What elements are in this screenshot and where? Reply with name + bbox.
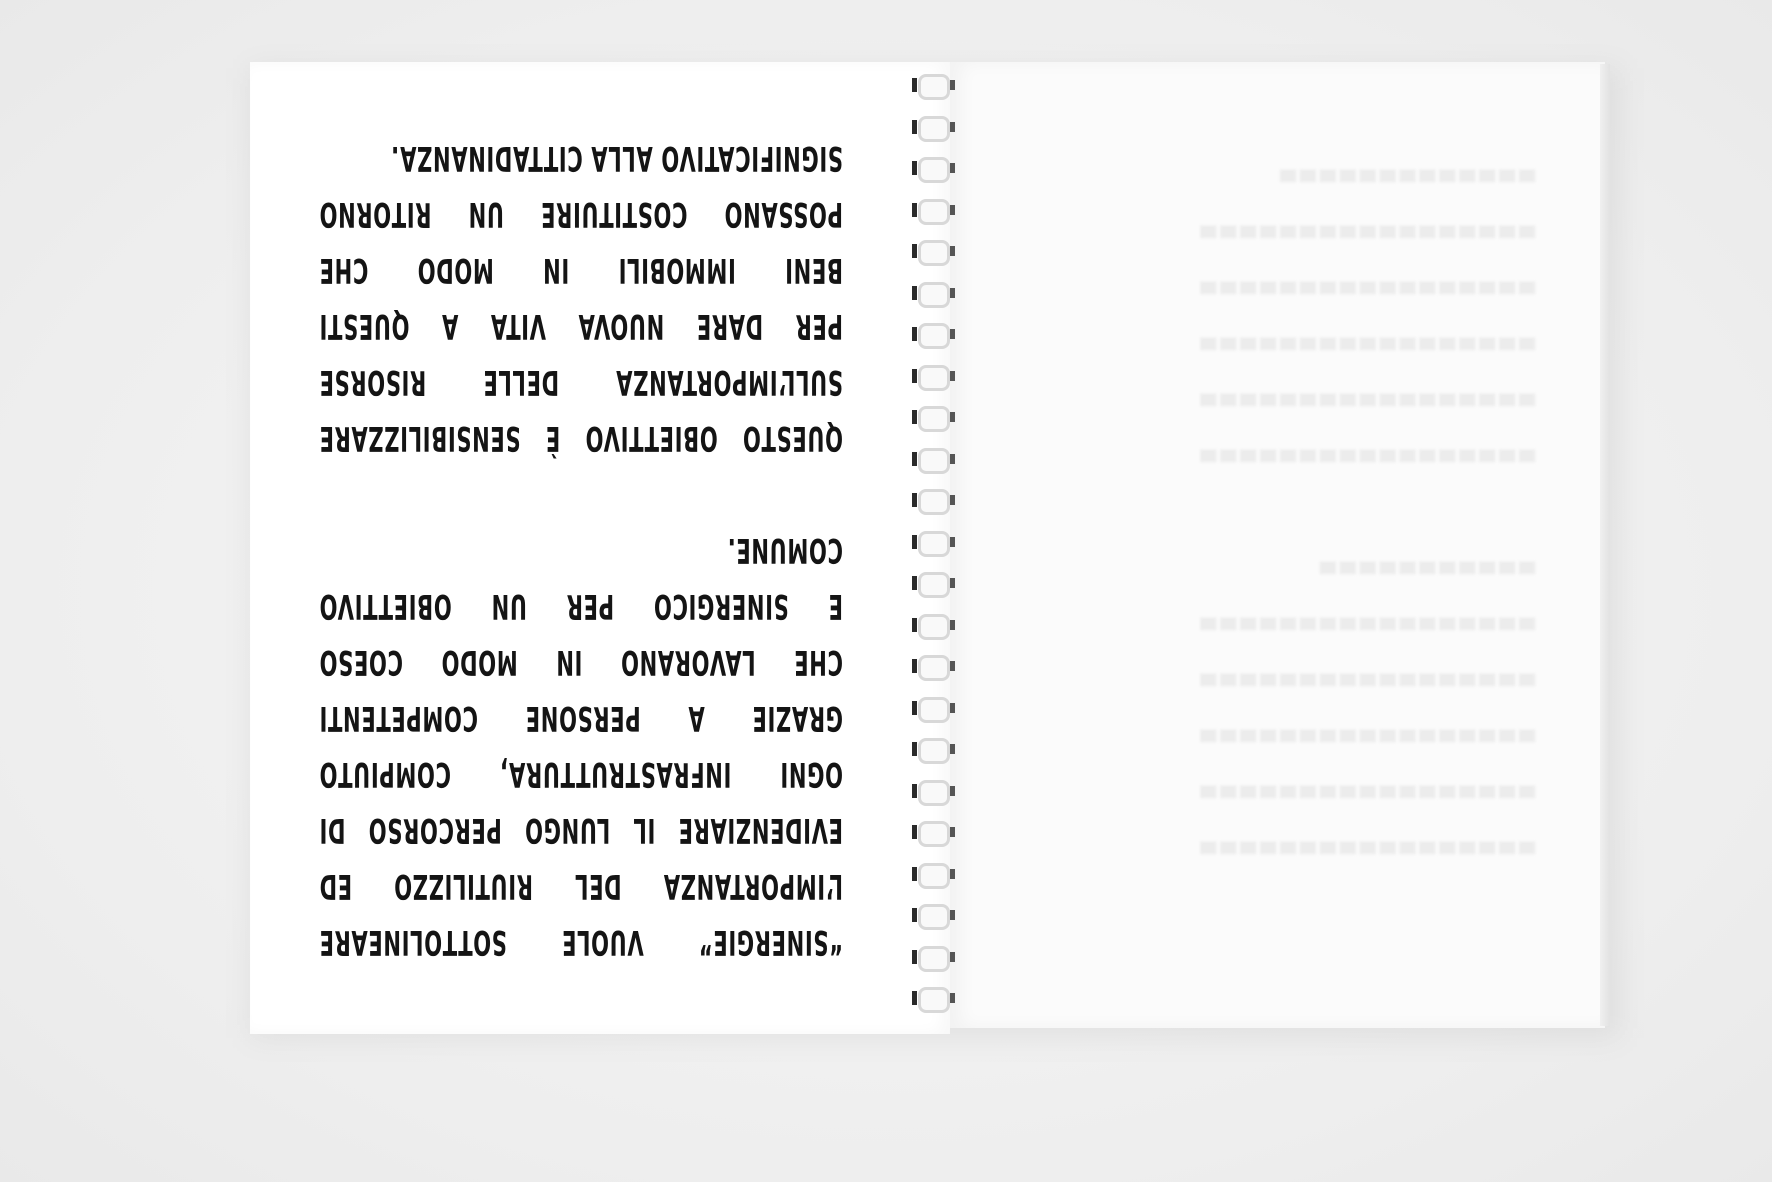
binding-coil	[912, 323, 955, 349]
ghost-bar: ▬▬▬▬▬▬▬▬▬▬▬▬▬▬▬▬▬	[1198, 606, 1537, 646]
binding-coil	[912, 157, 955, 183]
binding-coil	[912, 862, 955, 889]
text-line: “SINERGIE” VUOLE SOTTOLINEARE	[318, 922, 843, 962]
binding-coil	[912, 406, 955, 432]
binding-coil	[912, 696, 955, 723]
binding-coil	[912, 613, 955, 640]
binding-coil	[912, 779, 955, 806]
binding-coil	[912, 738, 955, 764]
paragraph-sinergie: “SINERGIE” VUOLE SOTTOLINEARE L’IMPORTAN…	[318, 522, 843, 970]
binding-coil	[912, 115, 955, 142]
text-line: CHE LAVORANO IN MODO COESO	[318, 642, 843, 682]
text-line: BENI IMMOBILI IN MODO CHE	[318, 250, 843, 290]
text-line: POSSANO COSTITUIRE UN RITORNO	[318, 194, 843, 234]
bleed-through-marks: ▬▬▬▬▬▬▬▬▬▬▬▬▬▬▬▬▬ ▬▬▬▬▬▬▬▬▬▬▬▬▬▬▬▬▬ ▬▬▬▬…	[1022, 150, 1537, 878]
binding-coil	[912, 74, 955, 100]
ghost-bar: ▬▬▬▬▬▬▬▬▬▬▬▬▬	[1278, 158, 1537, 198]
binding-coil	[912, 364, 955, 391]
binding-coil	[912, 240, 955, 266]
text-line: COMUNE.	[727, 530, 843, 570]
binding-coil	[912, 447, 955, 474]
binding-coil	[912, 281, 955, 308]
ghost-bar: ▬▬▬▬▬▬▬▬▬▬▬▬▬▬▬▬▬	[1198, 774, 1537, 814]
left-page-text: “SINERGIE” VUOLE SOTTOLINEARE L’IMPORTAN…	[318, 138, 843, 970]
text-line: OGNI INFRASTRUTTURA, COMPIUTO	[318, 754, 843, 794]
ghost-bar: ▬▬▬▬▬▬▬▬▬▬▬▬▬▬▬▬▬	[1198, 718, 1537, 758]
ghost-bar: ▬▬▬▬▬▬▬▬▬▬▬	[1317, 550, 1537, 590]
ghost-bar: ▬▬▬▬▬▬▬▬▬▬▬▬▬▬▬▬▬	[1198, 326, 1537, 366]
paragraph-obiettivo: QUESTO OBIETTIVO È SENSIBILIZZARE SULL’I…	[318, 130, 843, 466]
ghost-bar: ▬▬▬▬▬▬▬▬▬▬▬▬▬▬▬▬▬	[1198, 270, 1537, 310]
ghost-bar: ▬▬▬▬▬▬▬▬▬▬▬▬▬▬▬▬▬	[1198, 662, 1537, 702]
ghost-bar: ▬▬▬▬▬▬▬▬▬▬▬▬▬▬▬▬▬	[1198, 382, 1537, 422]
binding-coil	[912, 945, 955, 972]
binding-coil	[912, 530, 955, 557]
ghost-bar: ▬▬▬▬▬▬▬▬▬▬▬▬▬▬▬▬▬	[1198, 830, 1537, 870]
text-line: L’IMPORTANZA DEL RIUTILIZZO ED	[318, 866, 843, 906]
ghost-bar	[1218, 486, 1537, 542]
ghost-bar: ▬▬▬▬▬▬▬▬▬▬▬▬▬▬▬▬▬	[1198, 214, 1537, 254]
text-line: EVIDENZIARE IL LUNGO PERCORSO DI	[318, 810, 843, 850]
spiral-binding	[904, 66, 958, 1026]
text-line: PER DARE NUOVA VITA A QUESTI	[318, 306, 843, 346]
text-line: SULL’IMPORTANZA DELLE RISORSE	[318, 362, 843, 402]
binding-coil	[912, 572, 955, 598]
binding-coil	[912, 655, 955, 681]
binding-coil	[912, 904, 955, 930]
binding-coil	[912, 821, 955, 847]
binding-coil	[912, 198, 955, 225]
ghost-bar: ▬▬▬▬▬▬▬▬▬▬▬▬▬▬▬▬▬	[1198, 438, 1537, 478]
text-line: GRAZIE A PERSONE COMPETENTI	[318, 698, 843, 738]
binding-coil	[912, 489, 955, 515]
photo-scene: “SINERGIE” VUOLE SOTTOLINEARE L’IMPORTAN…	[0, 0, 1772, 1182]
text-line: SIGNIFICATIVO ALLA CITTADINANZA.	[390, 138, 843, 178]
text-line: E SINERGICO PER UN OBIETTIVO	[318, 586, 843, 626]
page-stack-edge	[1600, 64, 1610, 1026]
binding-coil	[912, 987, 955, 1013]
text-line: QUESTO OBIETTIVO È SENSIBILIZZARE	[318, 418, 843, 458]
